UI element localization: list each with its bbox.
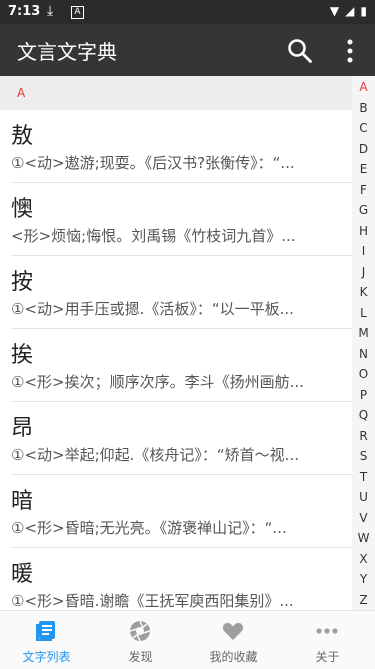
index-letter-y[interactable]: Y: [352, 572, 375, 586]
list-item[interactable]: 按 ①<动>用手压或摁.《活板》：“以一平板...: [0, 256, 352, 329]
list-item[interactable]: 暖 ①<形>昏暗.谢瞻《王抚军庾西阳集别》...: [0, 548, 352, 610]
section-letter: A: [17, 86, 26, 100]
entry-list[interactable]: 敖 ①<动>遨游;现耍。《后汉书?张衡传》：“... 懊 <形>烦恼;悔恨。刘禹…: [0, 110, 352, 610]
index-letter-j[interactable]: J: [352, 265, 375, 279]
index-letter-t[interactable]: T: [352, 470, 375, 484]
index-letter-u[interactable]: U: [352, 490, 375, 504]
status-right: ▼ ◢ ▮: [330, 4, 367, 18]
index-letter-q[interactable]: Q: [352, 408, 375, 422]
entry-desc: ①<形>昏暗;无光亮。《游褒禅山记》：“...: [11, 519, 287, 537]
entry-char: 昂: [11, 416, 34, 441]
tab-favorites[interactable]: 我的收藏: [187, 611, 280, 669]
index-letter-w[interactable]: W: [352, 531, 375, 545]
tab-label: 发现: [128, 650, 153, 664]
download-icon: ⤓: [47, 3, 54, 19]
index-letter-g[interactable]: G: [352, 203, 375, 217]
index-letter-z[interactable]: Z: [352, 593, 375, 607]
app-bar: 文言文字典: [0, 24, 375, 76]
index-letter-l[interactable]: L: [352, 306, 375, 320]
search-icon[interactable]: [287, 38, 313, 64]
alphabet-index[interactable]: A B C D E F G H I J K L M N O P Q R S T …: [352, 76, 375, 610]
bottom-navigation: 文字列表 发现 我的收藏 关于: [0, 610, 375, 669]
entry-char: 按: [11, 270, 34, 295]
section-header: A: [0, 76, 352, 110]
battery-icon: ▮: [360, 4, 367, 18]
entry-char: 敖: [11, 124, 34, 149]
index-letter-r[interactable]: R: [352, 429, 375, 443]
tab-word-list[interactable]: 文字列表: [0, 611, 93, 669]
app-title: 文言文字典: [17, 40, 117, 64]
heart-icon: [222, 623, 244, 640]
tab-about[interactable]: 关于: [281, 611, 374, 669]
index-letter-c[interactable]: C: [352, 121, 375, 135]
signal-icon: ◢: [345, 4, 355, 18]
more-options-icon[interactable]: [340, 38, 360, 64]
entry-desc: ①<动>遨游;现耍。《后汉书?张衡传》：“...: [11, 154, 295, 172]
index-letter-b[interactable]: B: [352, 101, 375, 115]
status-time: 7:13: [8, 4, 41, 19]
list-item[interactable]: 挨 ①<形>挨次；顺序次序。李斗《扬州画舫...: [0, 329, 352, 402]
index-letter-e[interactable]: E: [352, 162, 375, 176]
index-letter-n[interactable]: N: [352, 347, 375, 361]
book-list-icon: [36, 621, 55, 641]
tab-label: 我的收藏: [209, 650, 258, 664]
index-letter-p[interactable]: P: [352, 388, 375, 402]
tab-label: 关于: [315, 650, 340, 664]
entry-char: 挨: [11, 343, 34, 368]
tab-discover[interactable]: 发现: [94, 611, 187, 669]
tab-label: 文字列表: [22, 650, 71, 664]
status-bar: 7:13 ⤓ A ▼ ◢ ▮: [0, 0, 375, 24]
list-item[interactable]: 懊 <形>烦恼;悔恨。刘禹锡《竹枝词九首》...: [0, 183, 352, 256]
index-letter-m[interactable]: M: [352, 326, 375, 340]
list-item[interactable]: 敖 ①<动>遨游;现耍。《后汉书?张衡传》：“...: [0, 110, 352, 183]
list-item[interactable]: 昂 ①<动>举起;仰起.《核舟记》：“矫首～视...: [0, 402, 352, 475]
index-letter-k[interactable]: K: [352, 285, 375, 299]
more-dots-icon: [316, 628, 338, 634]
list-item[interactable]: 暗 ①<形>昏暗;无光亮。《游褒禅山记》：“...: [0, 475, 352, 548]
index-letter-a[interactable]: A: [352, 80, 375, 94]
entry-desc: ①<动>用手压或摁.《活板》：“以一平板...: [11, 300, 294, 318]
index-letter-x[interactable]: X: [352, 552, 375, 566]
index-letter-v[interactable]: V: [352, 511, 375, 525]
aperture-icon: [129, 620, 151, 642]
entry-char: 懊: [11, 197, 34, 222]
index-letter-i[interactable]: I: [352, 244, 375, 258]
entry-desc: ①<动>举起;仰起.《核舟记》：“矫首～视...: [11, 446, 299, 464]
index-letter-s[interactable]: S: [352, 449, 375, 463]
index-letter-o[interactable]: O: [352, 367, 375, 381]
wifi-icon: ▼: [329, 4, 340, 18]
entry-desc: ①<形>昏暗.谢瞻《王抚军庾西阳集别》...: [11, 592, 294, 610]
entry-char: 暖: [11, 562, 34, 587]
entry-char: 暗: [11, 489, 34, 514]
entry-desc: ①<形>挨次；顺序次序。李斗《扬州画舫...: [11, 373, 304, 391]
entry-desc: <形>烦恼;悔恨。刘禹锡《竹枝词九首》...: [11, 227, 296, 245]
index-letter-h[interactable]: H: [352, 224, 375, 238]
index-letter-d[interactable]: D: [352, 142, 375, 156]
notification-a-icon: A: [71, 6, 84, 19]
index-letter-f[interactable]: F: [352, 183, 375, 197]
